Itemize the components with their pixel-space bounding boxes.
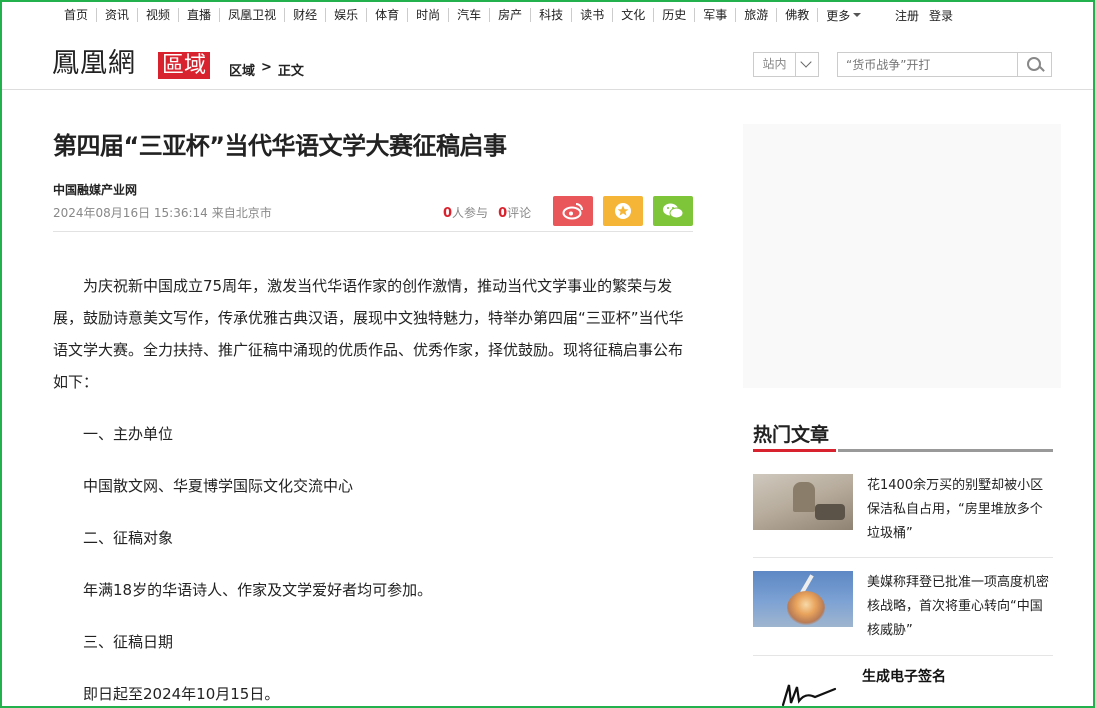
participants-count: 0 — [443, 206, 453, 221]
article-paragraph: 为庆祝新中国成立75周年，激发当代华语作家的创作激情，推动当代文学事业的繁荣与发… — [53, 277, 684, 391]
site-logo[interactable]: 鳳凰網 — [52, 49, 136, 79]
breadcrumb-region-link[interactable]: 区域 — [229, 60, 255, 79]
nav-item-phoenix-tv[interactable]: 凤凰卫视 — [220, 8, 286, 22]
breadcrumb-current: 正文 — [277, 64, 304, 79]
weibo-icon — [562, 203, 583, 220]
nav-item-books[interactable]: 读书 — [572, 8, 614, 22]
article-paragraph: 二、征稿对象 — [83, 529, 174, 547]
auth-links: 注册 登录 — [895, 0, 953, 30]
star-icon — [615, 203, 631, 219]
hot-title-underline — [753, 449, 836, 452]
breadcrumb: 区域 > 正文 — [229, 60, 304, 79]
nav-item-news[interactable]: 资讯 — [97, 8, 139, 22]
article-paragraph: 三、征稿日期 — [83, 633, 174, 651]
article-body: 为庆祝新中国成立75周年，激发当代华语作家的创作激情，推动当代文学事业的繁荣与发… — [53, 270, 693, 708]
site-scope-select[interactable]: 站内 — [753, 52, 819, 77]
nav-more-menu[interactable]: 更多 — [818, 7, 869, 24]
hot-article-title[interactable]: 美媒称拜登已批准一项高度机密核战略，首次将重心转向“中国核威胁” — [867, 571, 1053, 643]
article-paragraph: 年满18岁的华语诗人、作家及文学爱好者均可参加。 — [83, 581, 433, 599]
nav-item-culture[interactable]: 文化 — [613, 8, 655, 22]
nav-item-auto[interactable]: 汽车 — [449, 8, 491, 22]
article-paragraph: 即日起至2024年10月15日。 — [83, 685, 280, 703]
nav-item-sports[interactable]: 体育 — [367, 8, 409, 22]
nav-item-fashion[interactable]: 时尚 — [408, 8, 450, 22]
comments-stat[interactable]: 0评论 — [498, 204, 531, 221]
search-box — [837, 52, 1052, 77]
search-input[interactable] — [838, 53, 1017, 76]
site-header: 鳳凰網 區域 区域 > 正文 站内 — [0, 30, 1095, 90]
signature-image[interactable] — [775, 675, 845, 708]
hot-articles-title: 热门文章 — [753, 424, 830, 446]
nav-item-live[interactable]: 直播 — [179, 8, 221, 22]
article-datetime: 2024年08月16日 15:36:14 — [53, 206, 208, 220]
chevron-down-icon — [796, 53, 818, 76]
article-paragraph: 一、主办单位 — [83, 425, 174, 443]
nav-item-house[interactable]: 房产 — [490, 8, 532, 22]
search-icon[interactable] — [1017, 53, 1051, 76]
login-link[interactable]: 登录 — [929, 7, 953, 24]
nav-item-military[interactable]: 军事 — [695, 8, 737, 22]
nav-item-finance[interactable]: 财经 — [285, 8, 327, 22]
favorite-button[interactable] — [603, 196, 643, 226]
hot-article-title[interactable]: 花1400余万买的别墅却被小区保洁私自占用，“房里堆放多个垃圾桶” — [867, 474, 1053, 546]
comments-count: 0 — [498, 206, 508, 221]
share-weibo-button[interactable] — [553, 196, 593, 226]
hot-article-thumbnail[interactable] — [753, 571, 853, 627]
participants-stat[interactable]: 0人参与 — [443, 204, 488, 221]
sidebar-ad-slot — [743, 124, 1061, 388]
article-location: 来自北京市 — [211, 206, 272, 220]
top-nav-items: 首页 资讯 视频 直播 凤凰卫视 财经 娱乐 体育 时尚 汽车 房产 科技 读书… — [56, 0, 869, 30]
hot-article-thumbnail[interactable] — [753, 474, 853, 530]
hot-item-divider — [753, 655, 1053, 656]
nav-item-history[interactable]: 历史 — [654, 8, 696, 22]
article-header-divider — [53, 231, 693, 232]
article-paragraph: 中国散文网、华夏博学国际文化交流中心 — [83, 477, 354, 495]
hot-title-rule — [838, 449, 1053, 452]
participants-label: 人参与 — [452, 206, 489, 220]
nav-item-home[interactable]: 首页 — [56, 8, 98, 22]
nav-more-label: 更多 — [826, 8, 851, 23]
comments-label: 评论 — [507, 206, 532, 220]
hot-article-item[interactable]: 花1400余万买的别墅却被小区保洁私自占用，“房里堆放多个垃圾桶” — [753, 474, 1053, 546]
nav-item-tech[interactable]: 科技 — [531, 8, 573, 22]
article-meta: 2024年08月16日 15:36:14 来自北京市 — [53, 204, 272, 221]
article-title: 第四届“三亚杯”当代华语文学大赛征稿启事 — [53, 132, 507, 160]
register-link[interactable]: 注册 — [895, 7, 919, 24]
wechat-icon — [663, 203, 684, 219]
region-badge[interactable]: 區域 — [158, 52, 211, 79]
top-nav: 首页 资讯 视频 直播 凤凰卫视 财经 娱乐 体育 时尚 汽车 房产 科技 读书… — [0, 0, 1095, 30]
site-scope-label: 站内 — [754, 53, 796, 76]
nav-item-entertainment[interactable]: 娱乐 — [326, 8, 368, 22]
article-stats: 0人参与 0评论 — [443, 204, 531, 221]
nav-item-travel[interactable]: 旅游 — [736, 8, 778, 22]
article-source[interactable]: 中国融媒产业网 — [53, 181, 137, 198]
hot-article-item[interactable]: 美媒称拜登已批准一项高度机密核战略，首次将重心转向“中国核威胁” — [753, 571, 1053, 643]
breadcrumb-separator: > — [261, 60, 272, 75]
caret-down-icon — [853, 13, 862, 17]
share-wechat-button[interactable] — [653, 196, 693, 226]
hot-item-divider — [753, 557, 1053, 558]
signature-title[interactable]: 生成电子签名 — [862, 666, 946, 686]
nav-item-buddhism[interactable]: 佛教 — [777, 8, 819, 22]
nav-item-video[interactable]: 视频 — [138, 8, 180, 22]
